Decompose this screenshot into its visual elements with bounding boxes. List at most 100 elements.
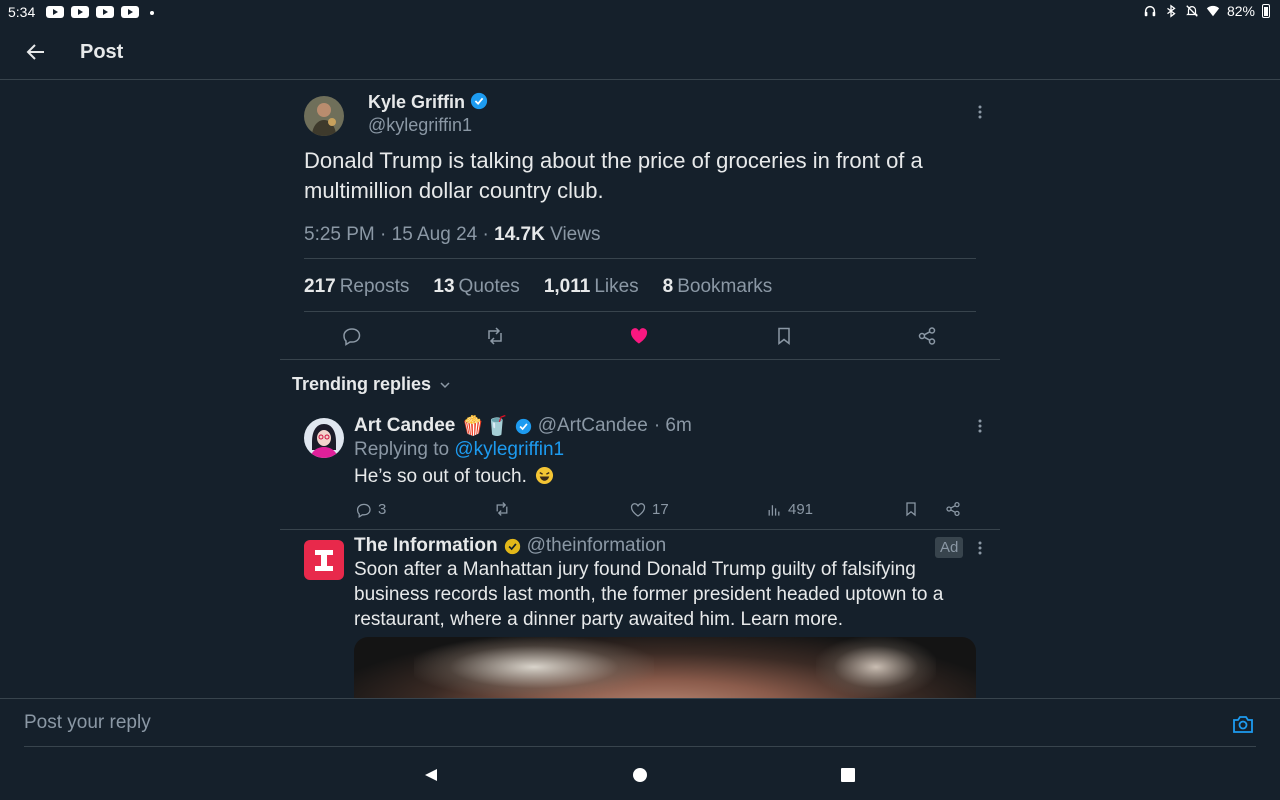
bookmarks-label: Bookmarks (677, 276, 773, 297)
ad-header: The Information @theinformation (354, 535, 666, 557)
youtube-notification-icon (96, 6, 114, 18)
likes-count: 1,011 (543, 276, 591, 297)
replying-to: Replying to @kylegriffin1 (354, 439, 564, 461)
quotes-label: Quotes (458, 276, 520, 297)
arrow-left-icon (26, 44, 44, 60)
repost-icon (496, 502, 508, 516)
ad-text: Soon after a Manhattan jury found Donald… (354, 559, 944, 630)
bookmark-icon (906, 502, 916, 517)
reply-button[interactable] (342, 326, 362, 346)
reply-like-count: 17 (652, 501, 669, 518)
top-app-bar: Post (0, 24, 1280, 80)
post-thread: Kyle Griffin @kylegriffin1 Donald Trump … (280, 80, 1000, 698)
reply-sort-dropdown[interactable]: Trending replies (292, 374, 451, 395)
advertiser-logo[interactable] (304, 540, 344, 580)
avatar[interactable] (304, 96, 344, 136)
ad-author-name[interactable]: The Information (354, 535, 498, 557)
like-button[interactable] (629, 326, 649, 346)
quotes-count: 13 (433, 276, 455, 297)
tweet-text: Donald Trump is talking about the price … (304, 148, 923, 203)
heart-icon (630, 502, 646, 517)
avatar-image (304, 418, 344, 458)
heart-filled-icon (630, 328, 648, 344)
battery-percent: 82% (1226, 3, 1255, 19)
square-recents-icon (841, 768, 855, 782)
status-bar: 5:34 82% (0, 0, 1280, 24)
headphones-icon (1144, 5, 1156, 17)
replying-to-link[interactable]: @kylegriffin1 (454, 439, 564, 460)
reply-bookmark-button[interactable] (903, 501, 919, 517)
reposts-stat[interactable]: 217 Reposts (304, 276, 409, 298)
status-time: 5:34 (8, 4, 36, 20)
more-options-button[interactable] (970, 416, 990, 436)
comment-icon (356, 503, 371, 518)
divider (280, 529, 1000, 530)
ad-badge: Ad (935, 537, 964, 558)
more-options-button[interactable] (970, 538, 990, 558)
reply-input[interactable] (24, 699, 1256, 747)
camera-button[interactable] (1232, 713, 1254, 735)
comment-icon (343, 328, 361, 346)
quotes-stat[interactable]: 13 Quotes (433, 276, 519, 298)
author-name-text: Kyle Griffin (368, 92, 466, 112)
reply-text-content: He’s so out of touch. (354, 466, 527, 487)
more-vertical-icon (978, 419, 982, 433)
tweet-timestamp: 5:25 PM · 15 Aug 24 · (304, 224, 495, 245)
reposts-count: 217 (304, 276, 336, 297)
page-title: Post (80, 41, 124, 63)
reply-comment-button[interactable]: 3 (356, 501, 386, 518)
reposts-label: Reposts (339, 276, 410, 297)
tweet-meta: 5:25 PM · 15 Aug 24 · 14.7K Views (304, 224, 600, 246)
avatar-image (304, 96, 344, 136)
nav-recents-button[interactable] (840, 767, 856, 783)
triangle-back-icon (425, 769, 437, 781)
views-label: Views (550, 224, 601, 245)
ad-author-handle[interactable]: @theinformation (527, 535, 667, 557)
youtube-notification-icon (46, 6, 64, 18)
reply-author-name[interactable]: Art Candee (354, 415, 455, 437)
reply-time: · 6m (653, 415, 692, 436)
reply-repost-button[interactable] (494, 501, 510, 517)
bookmarks-stat[interactable]: 8 Bookmarks (663, 276, 773, 298)
more-notifications-icon (150, 11, 154, 15)
bookmark-button[interactable] (774, 326, 794, 346)
reply-author-emoji: 🍿🥤 (461, 416, 509, 437)
bookmark-icon (778, 327, 790, 346)
reply-composer (0, 698, 1280, 750)
ad-media-image[interactable] (354, 637, 976, 698)
back-button[interactable] (24, 40, 48, 64)
engagement-stats: 217 Reposts 13 Quotes 1,011 Likes 8 Bookmark… (304, 276, 772, 298)
likes-stat[interactable]: 1,011 Likes (544, 276, 639, 298)
share-button[interactable] (917, 326, 937, 346)
wifi-icon (1206, 5, 1220, 17)
battery-icon (1262, 4, 1270, 18)
divider (304, 311, 976, 312)
circle-home-icon (633, 768, 647, 782)
reply-like-button[interactable]: 17 (630, 501, 669, 518)
reply-share-button[interactable] (945, 501, 961, 517)
reply-header: Art Candee 🍿🥤 @ArtCandee · 6m (354, 414, 692, 438)
youtube-notification-icon (121, 6, 139, 18)
avatar[interactable] (304, 418, 344, 458)
reply-author-handle[interactable]: @ArtCandee (538, 415, 648, 437)
more-vertical-icon (978, 105, 982, 119)
nav-home-button[interactable] (632, 767, 648, 783)
youtube-notification-icon (71, 6, 89, 18)
mute-icon (1186, 5, 1198, 17)
author-name[interactable]: Kyle Griffin (368, 92, 488, 113)
reply-views-button[interactable]: 491 (766, 501, 813, 518)
the-information-logo-icon (315, 550, 333, 571)
more-options-button[interactable] (970, 102, 990, 122)
divider (304, 258, 976, 259)
share-icon (918, 327, 936, 345)
repost-button[interactable] (485, 326, 505, 346)
system-navigation-bar (0, 750, 1280, 800)
chevron-down-icon (440, 381, 450, 388)
author-handle[interactable]: @kylegriffin1 (368, 115, 472, 136)
laughing-emoji-icon (536, 466, 554, 485)
camera-icon (1233, 716, 1253, 733)
nav-back-button[interactable] (423, 767, 439, 783)
system-icons: 82% (1143, 3, 1270, 19)
share-icon (946, 501, 960, 517)
verified-badge-icon (470, 92, 488, 110)
